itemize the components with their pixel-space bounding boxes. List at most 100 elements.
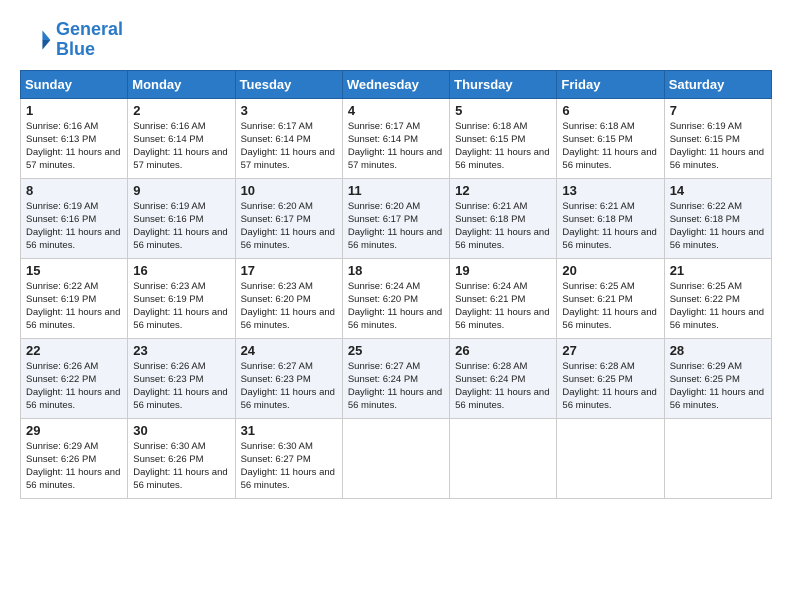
day-of-week-header: Monday bbox=[128, 70, 235, 98]
day-number: 21 bbox=[670, 263, 766, 278]
calendar-day-cell: 4 Sunrise: 6:17 AM Sunset: 6:14 PM Dayli… bbox=[342, 98, 449, 178]
day-info: Sunrise: 6:22 AM Sunset: 6:19 PM Dayligh… bbox=[26, 280, 122, 333]
day-info: Sunrise: 6:24 AM Sunset: 6:20 PM Dayligh… bbox=[348, 280, 444, 333]
day-number: 31 bbox=[241, 423, 337, 438]
page-header: General Blue bbox=[20, 20, 772, 60]
day-number: 12 bbox=[455, 183, 551, 198]
calendar-day-cell bbox=[557, 418, 664, 498]
day-info: Sunrise: 6:22 AM Sunset: 6:18 PM Dayligh… bbox=[670, 200, 766, 253]
calendar-day-cell: 18 Sunrise: 6:24 AM Sunset: 6:20 PM Dayl… bbox=[342, 258, 449, 338]
calendar-day-cell: 24 Sunrise: 6:27 AM Sunset: 6:23 PM Dayl… bbox=[235, 338, 342, 418]
day-info: Sunrise: 6:25 AM Sunset: 6:22 PM Dayligh… bbox=[670, 280, 766, 333]
calendar-day-cell: 31 Sunrise: 6:30 AM Sunset: 6:27 PM Dayl… bbox=[235, 418, 342, 498]
calendar-header-row: SundayMondayTuesdayWednesdayThursdayFrid… bbox=[21, 70, 772, 98]
calendar-day-cell: 26 Sunrise: 6:28 AM Sunset: 6:24 PM Dayl… bbox=[450, 338, 557, 418]
logo-text: General Blue bbox=[56, 20, 123, 60]
calendar-day-cell: 2 Sunrise: 6:16 AM Sunset: 6:14 PM Dayli… bbox=[128, 98, 235, 178]
calendar-day-cell: 17 Sunrise: 6:23 AM Sunset: 6:20 PM Dayl… bbox=[235, 258, 342, 338]
day-number: 4 bbox=[348, 103, 444, 118]
calendar-week-row: 15 Sunrise: 6:22 AM Sunset: 6:19 PM Dayl… bbox=[21, 258, 772, 338]
calendar-day-cell bbox=[342, 418, 449, 498]
calendar-day-cell: 15 Sunrise: 6:22 AM Sunset: 6:19 PM Dayl… bbox=[21, 258, 128, 338]
day-info: Sunrise: 6:26 AM Sunset: 6:22 PM Dayligh… bbox=[26, 360, 122, 413]
calendar-week-row: 1 Sunrise: 6:16 AM Sunset: 6:13 PM Dayli… bbox=[21, 98, 772, 178]
day-number: 8 bbox=[26, 183, 122, 198]
calendar-day-cell: 30 Sunrise: 6:30 AM Sunset: 6:26 PM Dayl… bbox=[128, 418, 235, 498]
calendar-day-cell: 21 Sunrise: 6:25 AM Sunset: 6:22 PM Dayl… bbox=[664, 258, 771, 338]
day-info: Sunrise: 6:17 AM Sunset: 6:14 PM Dayligh… bbox=[348, 120, 444, 173]
day-number: 10 bbox=[241, 183, 337, 198]
day-number: 2 bbox=[133, 103, 229, 118]
calendar-day-cell: 19 Sunrise: 6:24 AM Sunset: 6:21 PM Dayl… bbox=[450, 258, 557, 338]
day-number: 18 bbox=[348, 263, 444, 278]
calendar-day-cell: 10 Sunrise: 6:20 AM Sunset: 6:17 PM Dayl… bbox=[235, 178, 342, 258]
calendar-week-row: 8 Sunrise: 6:19 AM Sunset: 6:16 PM Dayli… bbox=[21, 178, 772, 258]
calendar-day-cell bbox=[450, 418, 557, 498]
day-info: Sunrise: 6:16 AM Sunset: 6:13 PM Dayligh… bbox=[26, 120, 122, 173]
day-number: 15 bbox=[26, 263, 122, 278]
day-of-week-header: Sunday bbox=[21, 70, 128, 98]
calendar-day-cell: 5 Sunrise: 6:18 AM Sunset: 6:15 PM Dayli… bbox=[450, 98, 557, 178]
day-number: 24 bbox=[241, 343, 337, 358]
day-of-week-header: Tuesday bbox=[235, 70, 342, 98]
calendar-week-row: 29 Sunrise: 6:29 AM Sunset: 6:26 PM Dayl… bbox=[21, 418, 772, 498]
day-info: Sunrise: 6:18 AM Sunset: 6:15 PM Dayligh… bbox=[562, 120, 658, 173]
day-number: 30 bbox=[133, 423, 229, 438]
day-info: Sunrise: 6:28 AM Sunset: 6:25 PM Dayligh… bbox=[562, 360, 658, 413]
day-number: 20 bbox=[562, 263, 658, 278]
day-of-week-header: Thursday bbox=[450, 70, 557, 98]
day-info: Sunrise: 6:16 AM Sunset: 6:14 PM Dayligh… bbox=[133, 120, 229, 173]
calendar-day-cell: 12 Sunrise: 6:21 AM Sunset: 6:18 PM Dayl… bbox=[450, 178, 557, 258]
calendar-day-cell: 23 Sunrise: 6:26 AM Sunset: 6:23 PM Dayl… bbox=[128, 338, 235, 418]
day-number: 29 bbox=[26, 423, 122, 438]
day-info: Sunrise: 6:25 AM Sunset: 6:21 PM Dayligh… bbox=[562, 280, 658, 333]
calendar-day-cell: 3 Sunrise: 6:17 AM Sunset: 6:14 PM Dayli… bbox=[235, 98, 342, 178]
calendar-day-cell: 29 Sunrise: 6:29 AM Sunset: 6:26 PM Dayl… bbox=[21, 418, 128, 498]
day-number: 5 bbox=[455, 103, 551, 118]
calendar-day-cell: 7 Sunrise: 6:19 AM Sunset: 6:15 PM Dayli… bbox=[664, 98, 771, 178]
day-number: 9 bbox=[133, 183, 229, 198]
day-number: 22 bbox=[26, 343, 122, 358]
day-number: 6 bbox=[562, 103, 658, 118]
day-number: 14 bbox=[670, 183, 766, 198]
day-number: 17 bbox=[241, 263, 337, 278]
day-info: Sunrise: 6:30 AM Sunset: 6:26 PM Dayligh… bbox=[133, 440, 229, 493]
day-number: 7 bbox=[670, 103, 766, 118]
day-info: Sunrise: 6:17 AM Sunset: 6:14 PM Dayligh… bbox=[241, 120, 337, 173]
day-info: Sunrise: 6:27 AM Sunset: 6:24 PM Dayligh… bbox=[348, 360, 444, 413]
day-of-week-header: Saturday bbox=[664, 70, 771, 98]
day-number: 19 bbox=[455, 263, 551, 278]
day-number: 26 bbox=[455, 343, 551, 358]
day-of-week-header: Wednesday bbox=[342, 70, 449, 98]
day-info: Sunrise: 6:30 AM Sunset: 6:27 PM Dayligh… bbox=[241, 440, 337, 493]
day-number: 28 bbox=[670, 343, 766, 358]
day-number: 27 bbox=[562, 343, 658, 358]
day-number: 23 bbox=[133, 343, 229, 358]
calendar-day-cell: 22 Sunrise: 6:26 AM Sunset: 6:22 PM Dayl… bbox=[21, 338, 128, 418]
calendar-day-cell bbox=[664, 418, 771, 498]
calendar-day-cell: 11 Sunrise: 6:20 AM Sunset: 6:17 PM Dayl… bbox=[342, 178, 449, 258]
day-info: Sunrise: 6:21 AM Sunset: 6:18 PM Dayligh… bbox=[562, 200, 658, 253]
calendar-day-cell: 16 Sunrise: 6:23 AM Sunset: 6:19 PM Dayl… bbox=[128, 258, 235, 338]
day-info: Sunrise: 6:23 AM Sunset: 6:19 PM Dayligh… bbox=[133, 280, 229, 333]
day-info: Sunrise: 6:26 AM Sunset: 6:23 PM Dayligh… bbox=[133, 360, 229, 413]
day-info: Sunrise: 6:18 AM Sunset: 6:15 PM Dayligh… bbox=[455, 120, 551, 173]
day-info: Sunrise: 6:19 AM Sunset: 6:16 PM Dayligh… bbox=[26, 200, 122, 253]
day-info: Sunrise: 6:23 AM Sunset: 6:20 PM Dayligh… bbox=[241, 280, 337, 333]
calendar-day-cell: 20 Sunrise: 6:25 AM Sunset: 6:21 PM Dayl… bbox=[557, 258, 664, 338]
day-info: Sunrise: 6:19 AM Sunset: 6:15 PM Dayligh… bbox=[670, 120, 766, 173]
day-info: Sunrise: 6:21 AM Sunset: 6:18 PM Dayligh… bbox=[455, 200, 551, 253]
calendar-table: SundayMondayTuesdayWednesdayThursdayFrid… bbox=[20, 70, 772, 499]
day-info: Sunrise: 6:20 AM Sunset: 6:17 PM Dayligh… bbox=[348, 200, 444, 253]
day-number: 13 bbox=[562, 183, 658, 198]
day-number: 16 bbox=[133, 263, 229, 278]
day-info: Sunrise: 6:29 AM Sunset: 6:25 PM Dayligh… bbox=[670, 360, 766, 413]
day-number: 1 bbox=[26, 103, 122, 118]
day-info: Sunrise: 6:19 AM Sunset: 6:16 PM Dayligh… bbox=[133, 200, 229, 253]
calendar-day-cell: 8 Sunrise: 6:19 AM Sunset: 6:16 PM Dayli… bbox=[21, 178, 128, 258]
calendar-day-cell: 13 Sunrise: 6:21 AM Sunset: 6:18 PM Dayl… bbox=[557, 178, 664, 258]
calendar-day-cell: 27 Sunrise: 6:28 AM Sunset: 6:25 PM Dayl… bbox=[557, 338, 664, 418]
day-info: Sunrise: 6:28 AM Sunset: 6:24 PM Dayligh… bbox=[455, 360, 551, 413]
day-of-week-header: Friday bbox=[557, 70, 664, 98]
calendar-day-cell: 9 Sunrise: 6:19 AM Sunset: 6:16 PM Dayli… bbox=[128, 178, 235, 258]
